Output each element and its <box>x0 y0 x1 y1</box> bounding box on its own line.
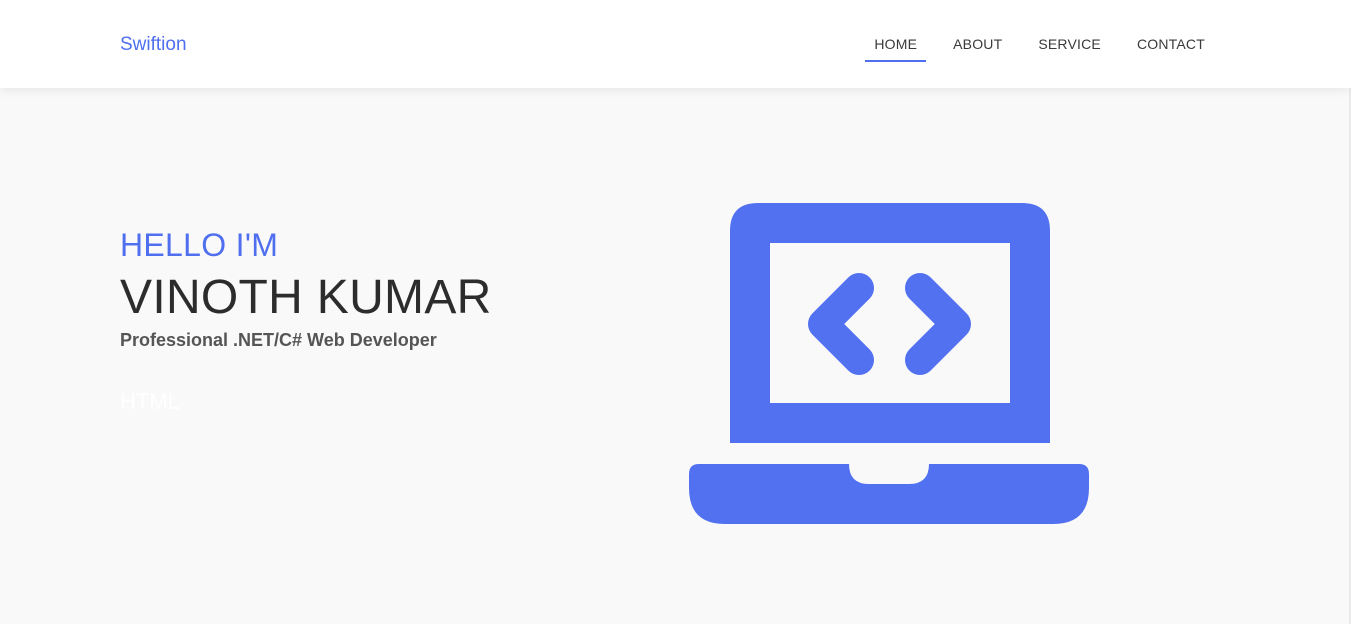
nav-item-about[interactable]: ABOUT <box>935 34 1020 54</box>
hero-name: VINOTH KUMAR <box>120 271 492 324</box>
laptop-screen-frame <box>730 203 1050 443</box>
hero-tagline: Professional .NET/C# Web Developer <box>120 330 437 350</box>
typed-text: HTML <box>120 389 180 414</box>
hero-text: HELLO I'M VINOTH KUMAR Professional .NET… <box>120 224 600 416</box>
hero-greeting: HELLO I'M <box>120 227 279 263</box>
nav-menu: HOME ABOUT SERVICE CONTACT <box>856 34 1223 62</box>
navbar: Swiftion HOME ABOUT SERVICE CONTACT <box>0 0 1351 88</box>
chevron-left-icon <box>808 273 874 375</box>
nav-item-service[interactable]: SERVICE <box>1020 34 1119 54</box>
laptop-base <box>689 464 1089 524</box>
laptop-code-icon <box>689 203 1089 524</box>
chevron-right-icon <box>905 273 971 375</box>
brand-logo[interactable]: Swiftion <box>120 33 187 57</box>
nav-item-contact[interactable]: CONTACT <box>1119 34 1223 54</box>
nav-item-home[interactable]: HOME <box>856 34 935 62</box>
